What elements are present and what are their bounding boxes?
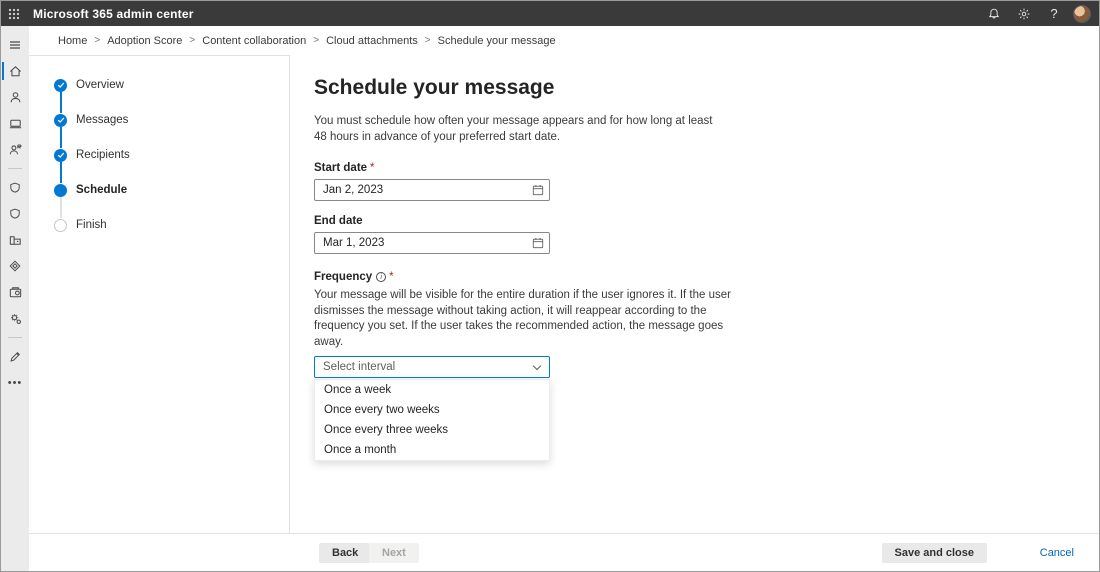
frequency-option-once-every-two-weeks[interactable]: Once every two weeks xyxy=(315,400,549,420)
start-date-label: Start date * xyxy=(314,162,375,174)
step-current-icon xyxy=(54,183,67,197)
step-connector xyxy=(60,162,62,183)
save-and-close-button[interactable]: Save and close xyxy=(881,543,987,563)
step-label: Messages xyxy=(76,114,129,126)
m365-admin-schedule-page: { "top_bar": { "title": "Microsoft 365 a… xyxy=(0,0,1100,572)
intro-text: You must schedule how often your message… xyxy=(314,115,713,143)
shield-icon[interactable] xyxy=(1,175,29,201)
cancel-link[interactable]: Cancel xyxy=(1040,547,1074,559)
start-date-input[interactable] xyxy=(314,179,550,201)
info-icon[interactable]: i xyxy=(376,272,387,282)
step-completed-check-icon xyxy=(54,78,67,92)
breadcrumb-current-page: Schedule your message xyxy=(437,34,556,47)
required-asterisk: * xyxy=(389,271,394,283)
top-app-bar: Microsoft 365 admin center ? xyxy=(1,1,1099,26)
bell-icon[interactable] xyxy=(983,3,1005,25)
calendar-icon[interactable] xyxy=(532,237,544,249)
breadcrumb-home[interactable]: Home xyxy=(58,35,87,47)
step-connector xyxy=(60,92,62,113)
end-date-input[interactable] xyxy=(314,232,550,254)
frequency-option-once-a-month[interactable]: Once a month xyxy=(315,440,549,460)
frequency-dropdown[interactable]: Select interval xyxy=(314,356,550,378)
step-label: Finish xyxy=(76,219,107,231)
breadcrumb-adoption-score[interactable]: Adoption Score xyxy=(107,35,182,47)
wizard-steps-panel: Overview Messages Recipients Schedule Fi… xyxy=(29,55,290,533)
breadcrumb-cloud-attachments[interactable]: Cloud attachments xyxy=(326,35,418,47)
step-upcoming-icon xyxy=(54,218,67,232)
end-date-label: End date xyxy=(314,215,363,227)
shield-checkmark-icon[interactable] xyxy=(1,201,29,227)
step-completed-check-icon xyxy=(54,148,67,162)
waffle-icon[interactable] xyxy=(1,1,27,26)
frequency-dropdown-menu: Once a week Once every two weeks Once ev… xyxy=(314,379,550,461)
roles-icon[interactable] xyxy=(1,136,29,162)
wizard-step-messages[interactable]: Messages xyxy=(54,113,289,127)
next-button[interactable]: Next xyxy=(369,543,419,563)
users-icon[interactable] xyxy=(1,84,29,110)
org-icon[interactable] xyxy=(1,227,29,253)
wizard-step-recipients[interactable]: Recipients xyxy=(54,148,289,162)
breadcrumb-separator-icon: > xyxy=(94,35,101,46)
gear-icon[interactable] xyxy=(1013,3,1035,25)
frequency-option-once-every-three-weeks[interactable]: Once every three weeks xyxy=(315,420,549,440)
frequency-option-once-a-week[interactable]: Once a week xyxy=(315,380,549,400)
breadcrumb-separator-icon: > xyxy=(424,35,431,46)
step-label: Overview xyxy=(76,79,124,91)
frequency-description: Your message will be visible for the ent… xyxy=(314,289,731,348)
back-button[interactable]: Back xyxy=(319,543,372,563)
settings-icon[interactable] xyxy=(1,305,29,331)
devices-icon[interactable] xyxy=(1,110,29,136)
page-title: Schedule your message xyxy=(314,76,555,99)
home-icon[interactable] xyxy=(1,58,29,84)
left-nav-rail: ••• xyxy=(1,26,29,571)
menu-icon[interactable] xyxy=(1,32,29,58)
chevron-down-icon xyxy=(532,361,542,371)
billing-icon[interactable] xyxy=(1,253,29,279)
wizard-step-overview[interactable]: Overview xyxy=(54,78,289,92)
step-label: Recipients xyxy=(76,149,130,161)
wizard-step-finish[interactable]: Finish xyxy=(54,218,289,232)
main-content: Schedule your message You must schedule … xyxy=(291,55,1099,533)
breadcrumb-separator-icon: > xyxy=(313,35,320,46)
more-icon[interactable]: ••• xyxy=(1,370,29,396)
breadcrumb: Home > Adoption Score > Content collabor… xyxy=(29,26,1099,55)
required-asterisk: * xyxy=(370,162,375,174)
frequency-label: Frequency i * xyxy=(314,271,394,283)
step-completed-check-icon xyxy=(54,113,67,127)
edit-icon[interactable] xyxy=(1,344,29,370)
marketplace-icon[interactable] xyxy=(1,279,29,305)
wizard-step-schedule[interactable]: Schedule xyxy=(54,183,289,197)
calendar-icon[interactable] xyxy=(532,184,544,196)
breadcrumb-content-collaboration[interactable]: Content collaboration xyxy=(202,35,306,47)
app-title: Microsoft 365 admin center xyxy=(33,6,194,21)
frequency-dropdown-placeholder: Select interval xyxy=(323,361,396,373)
user-avatar[interactable] xyxy=(1073,4,1091,23)
help-icon[interactable]: ? xyxy=(1043,3,1065,25)
step-connector xyxy=(60,127,62,148)
rail-divider xyxy=(8,168,22,169)
wizard-footer: Back Next Save and close Cancel xyxy=(29,533,1099,571)
step-label: Schedule xyxy=(76,184,128,196)
step-connector xyxy=(60,197,62,218)
rail-divider xyxy=(8,337,22,338)
breadcrumb-separator-icon: > xyxy=(189,35,196,46)
